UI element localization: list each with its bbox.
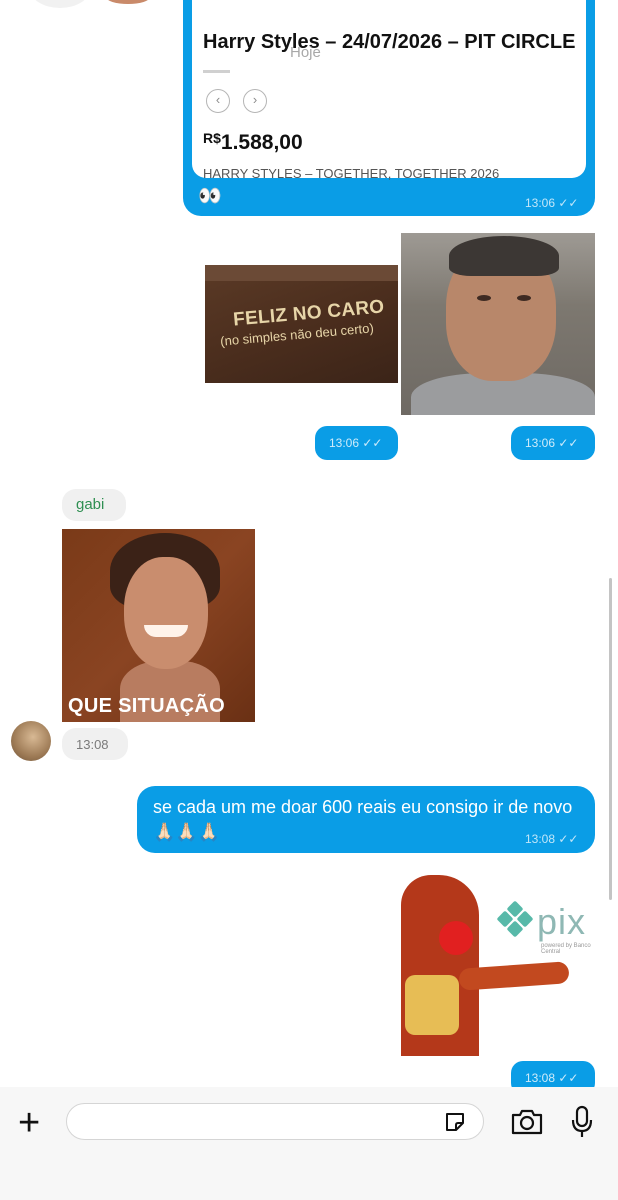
ticket-price: R$1.588,00 xyxy=(203,130,303,155)
divider xyxy=(203,70,230,73)
meme-caption: QUE SITUAÇÃO xyxy=(68,695,225,717)
microphone-icon[interactable] xyxy=(570,1105,594,1139)
message-timestamp: 13:06 ✓✓ xyxy=(525,436,579,450)
character-nose xyxy=(439,921,473,955)
message-text: se cada um me doar 600 reais eu consigo … xyxy=(153,797,573,842)
link-preview-subtitle: HARRY STYLES – TOGETHER, TOGETHER 2026 xyxy=(203,166,500,181)
carousel-prev-icon[interactable]: ‹ xyxy=(206,89,230,113)
camera-icon[interactable] xyxy=(510,1108,544,1136)
message-timestamp: 13:08 ✓✓ xyxy=(525,832,579,846)
eye-shape xyxy=(477,295,491,301)
carousel-next-icon[interactable]: › xyxy=(243,89,267,113)
eye-shape xyxy=(517,295,531,301)
hair-shape xyxy=(449,236,559,276)
pix-meme-image[interactable]: pix powered by Banco Central xyxy=(401,865,595,1056)
message-timestamp: 13:06 ✓✓ xyxy=(525,196,579,210)
currency-symbol: R$ xyxy=(203,130,221,146)
sender-name: gabi xyxy=(76,496,105,513)
cap-meme-image[interactable]: FELIZ NO CARO (no simples não deu certo) xyxy=(205,265,398,383)
message-comment: 👀 xyxy=(198,186,222,207)
sad-man-image[interactable] xyxy=(401,233,595,415)
pix-logo-subtext: powered by Banco Central xyxy=(541,943,591,955)
sender-avatar[interactable] xyxy=(11,721,51,761)
character-vest xyxy=(405,975,459,1035)
chat-scrollbar[interactable] xyxy=(609,578,612,900)
sticker-icon[interactable] xyxy=(443,1110,467,1134)
cap-rim xyxy=(205,265,398,281)
price-value: 1.588,00 xyxy=(220,131,303,154)
media-timestamp-bubble: 13:06 ✓✓ xyxy=(511,426,595,460)
message-timestamp: 13:08 ✓✓ xyxy=(525,1071,579,1085)
media-timestamp-bubble: 13:06 ✓✓ xyxy=(315,426,398,460)
que-situacao-meme-image[interactable]: QUE SITUAÇÃO xyxy=(62,529,255,722)
smile-shape xyxy=(144,625,188,637)
message-timestamp: 13:08 xyxy=(76,737,109,752)
pix-logo-icon xyxy=(497,901,533,937)
link-preview-title: Harry Styles – 24/07/2026 – PIT CIRCLE xyxy=(203,31,576,53)
pix-logo-text: pix xyxy=(537,901,587,942)
date-separator: Hoje xyxy=(290,44,321,61)
message-input[interactable] xyxy=(66,1103,484,1140)
incoming-timestamp-bubble: 13:08 xyxy=(62,728,128,760)
attach-plus-icon[interactable]: + xyxy=(18,1104,40,1142)
face-shape xyxy=(124,557,208,669)
message-timestamp: 13:06 ✓✓ xyxy=(329,436,383,450)
sender-name-bubble: gabi xyxy=(62,489,126,521)
